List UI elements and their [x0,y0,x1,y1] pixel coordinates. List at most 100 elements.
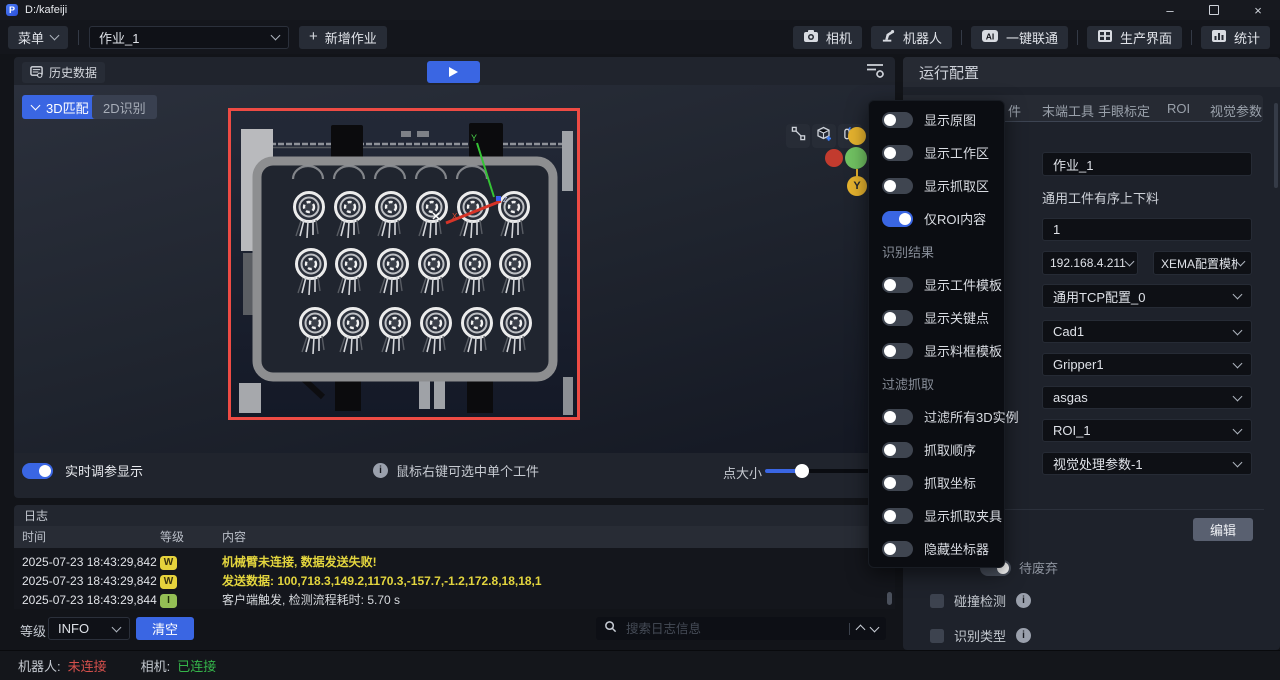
menu-button[interactable]: 菜单 [8,25,69,49]
gizmo-axis-dot-green[interactable] [845,147,867,169]
grab-coords-toggle[interactable] [882,474,913,491]
chevron-down-icon[interactable] [869,622,880,632]
run-button[interactable] [427,61,480,83]
hide-axes-toggle[interactable] [882,540,913,557]
job-select[interactable]: 作业_1 [89,25,290,49]
log-scrollbar[interactable] [887,592,892,605]
log-row[interactable]: 2025-07-23 18:43:29,844 I 客户端触发, 检测流程耗时:… [14,591,895,609]
point-size-slider[interactable] [765,464,885,478]
log-time: 2025-07-23 18:43:29,842 [22,574,157,588]
roi-select[interactable]: ROI_1 [1042,419,1252,442]
tab-end-tool[interactable]: 末端工具 [1042,101,1094,120]
menu-item[interactable]: 显示抓取夹具 [869,499,1004,532]
log-row[interactable]: 2025-07-23 18:43:29,842 W 发送数据: 100,718.… [14,572,895,591]
roi-only-toggle[interactable] [882,210,913,227]
chevron-down-icon [1232,325,1243,335]
tcp-config-select[interactable]: 通用TCP配置_0 [1042,284,1252,308]
point-size-label: 点大小 [723,466,763,481]
roi-rectangle[interactable]: Y X Z [228,108,580,420]
mode-label: 通用工件有序上下料 [1042,191,1160,206]
maximize-icon [1209,5,1219,15]
maximize-button[interactable] [1192,0,1236,20]
ai-icon: AI [981,29,999,46]
chevron-down-icon [1232,289,1243,300]
grab-order-toggle[interactable] [882,441,913,458]
show-keypoints-toggle[interactable] [882,309,913,326]
menu-item[interactable]: 过滤所有3D实例 [869,400,1019,433]
menu-item[interactable]: 抓取坐标 [869,466,1004,499]
col-time: 时间 [22,530,47,544]
menu-item[interactable]: 显示工作区 [869,136,1004,169]
chevron-down-icon [30,100,41,111]
gizmo-axis-dot-y[interactable]: Y [847,176,867,196]
menu-item[interactable]: 显示关键点 [869,301,1004,334]
chevron-up-icon[interactable] [855,624,866,635]
log-column-headers: 时间 等级 内容 [14,526,895,548]
slider-thumb[interactable] [795,464,809,478]
log-level-badge: W [160,555,177,570]
display-options-button[interactable] [862,60,888,84]
menu-item[interactable]: 显示工件模板 [869,268,1004,301]
stats-icon [1211,29,1227,46]
template-select[interactable]: asgas [1042,386,1252,409]
show-gripper-toggle[interactable] [882,507,913,524]
menu-item[interactable]: 仅ROI内容 [869,202,1004,235]
log-search-input[interactable] [624,620,842,637]
cube-add-tool-button[interactable] [812,124,836,148]
count-field[interactable]: 1 [1042,218,1252,241]
add-job-button[interactable]: + 新增作业 [299,25,387,49]
one-key-link-button[interactable]: AI 一键联通 [970,25,1068,49]
gizmo-axis-dot-yellow[interactable] [848,127,866,145]
list-gear-icon [865,61,885,84]
menu-item[interactable]: 显示原图 [869,103,1004,136]
show-original-toggle[interactable] [882,111,913,128]
show-bin-template-toggle[interactable] [882,342,913,359]
tab-hand-eye-calib[interactable]: 手眼标定 [1098,101,1150,120]
tab-vision-params[interactable]: 视觉参数 [1210,101,1262,120]
live-tuning-toggle[interactable] [22,462,53,479]
panel-scrollbar[interactable] [1274,103,1278,188]
divider [849,622,850,635]
filter-3d-instances-toggle[interactable] [882,408,913,425]
vision-params-select[interactable]: 视觉处理参数-1 [1042,452,1252,475]
production-ui-button[interactable]: 生产界面 [1086,25,1182,49]
chevron-down-icon [1232,457,1243,467]
info-icon[interactable]: i [1016,593,1032,608]
search-icon [604,620,617,638]
minimize-button[interactable]: – [1148,0,1192,20]
level-filter-select[interactable]: INFO [48,617,130,640]
robot-button[interactable]: 机器人 [870,25,952,49]
clear-log-button[interactable]: 清空 [136,617,194,640]
menu-item[interactable]: 显示料框模板 [869,334,1004,367]
menu-item[interactable]: 显示抓取区 [869,169,1004,202]
tab-workpiece[interactable]: 件 [1008,101,1021,120]
log-row[interactable]: 2025-07-23 18:43:29,842 W 机械臂未连接, 数据发送失败… [14,553,895,572]
tab-roi[interactable]: ROI [1167,101,1190,116]
recognition-checkbox[interactable] [930,628,944,643]
show-grabzone-toggle[interactable] [882,177,913,194]
menu-item[interactable]: 抓取顺序 [869,433,1004,466]
measure-tool-button[interactable] [786,124,810,148]
show-part-template-toggle[interactable] [882,276,913,293]
cad-select[interactable]: Cad1 [1042,320,1252,343]
chevron-down-icon [1232,424,1243,434]
statistics-button[interactable]: 统计 [1200,25,1270,49]
gizmo-axis-dot-red[interactable] [825,149,843,167]
gripper-select[interactable]: Gripper1 [1042,353,1252,376]
chevron-down-icon [49,30,60,41]
show-workzone-toggle[interactable] [882,144,913,161]
edit-button[interactable]: 编辑 [1193,518,1253,541]
tab-3d-match[interactable]: 3D匹配 [22,95,99,119]
info-icon[interactable]: i [1016,628,1032,643]
ip-select[interactable]: 192.168.4.211 [1042,251,1138,275]
job-name-field[interactable]: 作业_1 [1042,152,1252,176]
camera-button[interactable]: 相机 [792,25,862,49]
close-button[interactable]: × [1236,0,1280,20]
log-message: 发送数据: 100,718.3,149.2,1170.3,-157.7,-1.2… [222,574,542,588]
history-data-button[interactable]: 历史数据 [22,62,106,83]
collision-checkbox[interactable] [930,593,944,608]
camera-template-select[interactable]: XEMA配置模板- [1153,251,1252,275]
log-level-badge: W [160,574,177,589]
tab-2d-recognition[interactable]: 2D识别 [92,95,157,119]
menu-item[interactable]: 隐藏坐标器 [869,532,1004,565]
